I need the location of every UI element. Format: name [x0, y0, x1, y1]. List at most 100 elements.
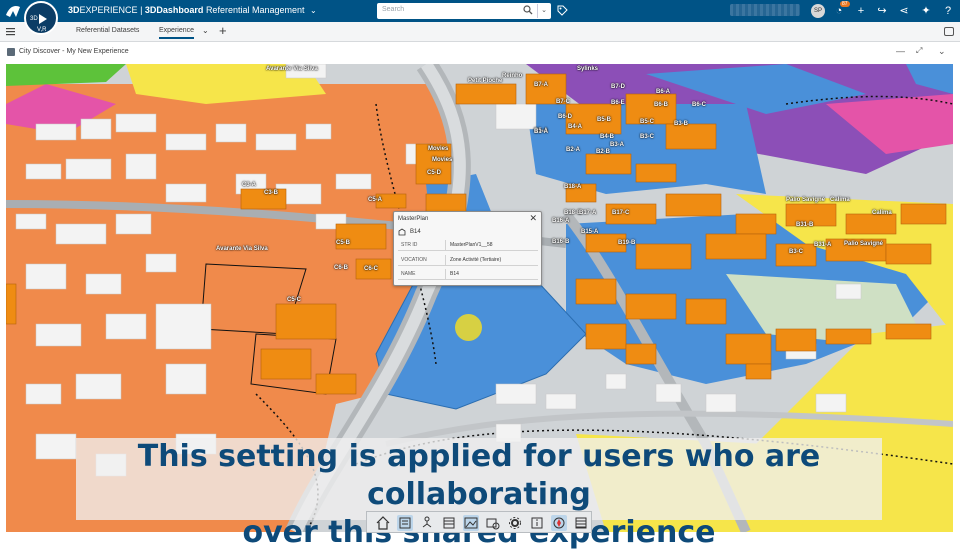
top-bar: 3D V,R 3DEXPERIENCE | 3DDashboard Refere… [0, 0, 960, 35]
map-label: B3-B [674, 121, 689, 127]
capture-icon[interactable] [485, 515, 501, 531]
search-input[interactable]: Search ⌄ [377, 3, 551, 19]
search-options-chevron-icon[interactable]: ⌄ [537, 4, 550, 18]
bottom-toolbar [366, 511, 592, 533]
compass-icon[interactable] [551, 515, 567, 531]
widget-title: City Discover - My New Experience [19, 48, 129, 55]
mouse-cursor-highlight [455, 314, 482, 341]
help-icon[interactable]: ? [941, 4, 955, 18]
compass-3d-label: 3D [30, 16, 38, 22]
tab-referential-datasets[interactable]: Referential Datasets [76, 27, 139, 34]
learning-icon[interactable]: ✦ [919, 4, 933, 18]
settings-icon[interactable] [507, 515, 523, 531]
feature-info-popup: MasterPlan ✕ B14 STR ID MasterPlanV1__58… [393, 211, 542, 286]
map-label: B18-A [564, 184, 582, 190]
tab-bar: Referential Datasets Experience ⌄ + [0, 22, 960, 42]
minimize-icon[interactable]: — [896, 46, 905, 56]
home-icon[interactable] [375, 515, 391, 531]
map-label: B31-A [814, 242, 832, 248]
widget-menu-chevron-icon[interactable]: ⌄ [938, 46, 946, 57]
tab-experience[interactable]: Experience [159, 27, 195, 39]
brand-experience: EXPERIENCE [79, 5, 138, 15]
compass-icon[interactable]: 3D V,R [24, 1, 58, 35]
popup-row: STR ID MasterPlanV1__58 [398, 240, 538, 251]
popup-row: NAME B14 [398, 269, 538, 280]
map-label: B7-D [611, 84, 626, 90]
user-name-redacted [730, 4, 800, 16]
map-label: B1-A [534, 129, 549, 135]
chevron-down-icon[interactable]: ⌄ [310, 6, 317, 15]
map-label: B3-A [610, 142, 625, 148]
map-label: C5-A [368, 197, 383, 203]
chat-icon[interactable] [944, 27, 954, 36]
menu-icon[interactable] [6, 27, 15, 36]
picture-icon[interactable] [463, 515, 479, 531]
play-icon [39, 14, 47, 24]
map-label: Sylinks [577, 66, 599, 72]
tree-icon[interactable] [419, 515, 435, 531]
map-label: B4-B [600, 134, 615, 140]
map-label: C3-A [242, 182, 257, 188]
close-icon[interactable]: ✕ [529, 213, 537, 224]
map-label: B5-C [640, 119, 655, 125]
map-label: Reinho [502, 73, 523, 79]
app-title[interactable]: 3DEXPERIENCE | 3DDashboard Referential M… [68, 5, 317, 15]
map-label: B31-B [796, 222, 814, 228]
map-label: C5-D [427, 170, 442, 176]
table-icon[interactable] [573, 515, 589, 531]
brand-3d: 3D [68, 5, 80, 15]
popup-feature-name: B14 [410, 229, 421, 235]
map-label: Avarante Via Silva [266, 66, 318, 72]
share-icon[interactable]: ↪ [875, 4, 889, 18]
popup-row-key: NAME [401, 271, 416, 277]
map-label: B15-A [581, 229, 599, 235]
map-label: B2-A [566, 147, 581, 153]
add-icon[interactable]: + [854, 4, 868, 18]
map-label: B6-B [654, 102, 669, 108]
map-label: B6-C [692, 102, 707, 108]
popup-row-separator [445, 240, 446, 251]
map-label: B16-A [552, 218, 570, 224]
map-label: B5-B [597, 117, 612, 123]
map-label: C6-B [334, 265, 349, 271]
map-label: B6-A [656, 89, 671, 95]
map-label: Calima [872, 210, 892, 216]
tag-icon[interactable] [557, 5, 568, 16]
add-tab-button[interactable]: + [219, 23, 227, 38]
fullscreen-icon[interactable]: ⤢ [916, 46, 922, 56]
map-label: C3-B [264, 190, 279, 196]
video-subtitle: This setting is applied for users who ar… [76, 438, 882, 550]
map-label: B7-C [556, 99, 571, 105]
map-label: Palio Savigné [844, 241, 884, 247]
map-label: Palio Savigné [786, 197, 826, 203]
dassault-logo-icon [6, 5, 20, 17]
map-label: B17-C [612, 210, 630, 216]
tab-chevron-down-icon[interactable]: ⌄ [202, 26, 209, 35]
map-label: B17-A [579, 210, 597, 216]
popup-row-key: STR ID [401, 242, 418, 248]
list-icon[interactable] [441, 515, 457, 531]
search-placeholder: Search [382, 6, 405, 13]
info-icon[interactable] [529, 515, 545, 531]
map-label: Movies [432, 157, 453, 163]
popup-row-separator [445, 269, 446, 280]
popup-title: MasterPlan [398, 216, 429, 222]
map-label: B16-B [552, 239, 570, 245]
dashboard-name: Referential Management [205, 5, 305, 15]
map-label: Calima [830, 197, 850, 203]
building-icon [398, 228, 406, 236]
avatar[interactable]: SP [811, 4, 825, 18]
popup-row: VOCATION Zone Activité (Tertiaire) [398, 255, 538, 266]
popup-row-value: B14 [450, 271, 459, 277]
compass-vr-label: V,R [37, 27, 47, 33]
map-label: C5-C [287, 297, 302, 303]
network-icon[interactable]: ⋖ [897, 4, 911, 18]
layers-icon[interactable] [397, 515, 413, 531]
map-label: B4-A [568, 124, 583, 130]
widget-header: City Discover - My New Experience — ⤢ ⌄ [0, 43, 960, 61]
map-label: C6-C [364, 266, 379, 272]
widget-icon [7, 48, 15, 56]
map-label: B2-B [596, 149, 611, 155]
map-label: Movies [428, 146, 449, 152]
search-icon[interactable] [523, 5, 533, 15]
